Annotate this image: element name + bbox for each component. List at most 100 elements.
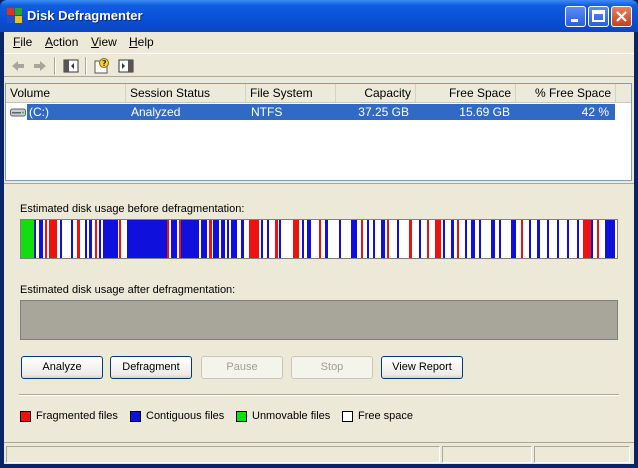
- contiguous-segment: [529, 220, 531, 258]
- contiguous-segment: [537, 220, 540, 258]
- maximize-button[interactable]: [588, 6, 609, 27]
- contiguous-segment: [419, 220, 421, 258]
- fragmented-segment: [361, 220, 363, 258]
- contiguous-segment: [479, 220, 481, 258]
- contiguous-segment: [279, 220, 281, 258]
- window-title: Disk Defragmenter: [27, 8, 143, 23]
- menu-action[interactable]: Action: [45, 35, 78, 49]
- free-swatch: [342, 411, 353, 422]
- help-icon[interactable]: ?: [92, 57, 112, 75]
- menu-bar: File Action View Help: [4, 32, 634, 51]
- contiguous-segment: [171, 220, 177, 258]
- volume-capacity: 37.25 GB: [358, 105, 409, 119]
- contiguous-segment: [201, 220, 207, 258]
- volume-name: (C:): [29, 105, 49, 119]
- contiguous-segment: [591, 220, 593, 258]
- show-hide-action-pane-icon[interactable]: [116, 57, 136, 75]
- status-bar: [4, 442, 634, 465]
- before-usage-graph: [21, 220, 615, 258]
- volume-file-system: NTFS: [251, 105, 283, 119]
- column-percent-free[interactable]: % Free Space: [516, 84, 616, 102]
- after-usage-bar: [20, 300, 618, 340]
- analyze-button[interactable]: Analyze: [21, 356, 103, 379]
- defrag-app-icon: [7, 8, 22, 23]
- contiguous-segment: [381, 220, 385, 258]
- contiguous-segment: [261, 220, 263, 258]
- fragmented-segment: [319, 220, 321, 258]
- minimize-button[interactable]: [565, 6, 586, 27]
- contiguous-swatch: [130, 411, 141, 422]
- fragmented-segment: [387, 220, 389, 258]
- toolbar-separator: [54, 57, 56, 75]
- forward-arrow-icon[interactable]: [30, 57, 50, 75]
- column-file-system[interactable]: File System: [246, 84, 336, 102]
- hard-drive-icon: [10, 108, 26, 117]
- contiguous-segment: [339, 220, 341, 258]
- fragmented-segment: [457, 220, 459, 258]
- list-header: Volume Session Status File System Capaci…: [6, 84, 631, 103]
- menu-file[interactable]: File: [13, 35, 32, 49]
- contiguous-segment: [99, 220, 101, 258]
- fragmented-segment: [209, 220, 212, 258]
- fragmented-segment: [409, 220, 412, 258]
- status-pane-3: [534, 446, 630, 463]
- fragmented-segment: [167, 220, 169, 258]
- contiguous-segment: [557, 220, 559, 258]
- before-label: Estimated disk usage before defragmentat…: [20, 203, 245, 215]
- pause-button[interactable]: Pause: [201, 356, 283, 379]
- toolbar-separator: [85, 57, 87, 75]
- fragmented-segment: [95, 220, 97, 258]
- contiguous-segment: [221, 220, 225, 258]
- contiguous-segment: [34, 220, 36, 258]
- column-volume[interactable]: Volume: [6, 84, 126, 102]
- contiguous-segment: [213, 220, 219, 258]
- divider: [19, 394, 619, 396]
- fragmented-segment: [293, 220, 299, 258]
- back-arrow-icon[interactable]: [8, 57, 28, 75]
- contiguous-segment: [241, 220, 244, 258]
- contiguous-segment: [567, 220, 569, 258]
- contiguous-segment: [181, 220, 199, 258]
- contiguous-segment: [307, 220, 311, 258]
- defragment-button[interactable]: Defragment: [110, 356, 192, 379]
- contiguous-segment: [227, 220, 229, 258]
- column-session-status[interactable]: Session Status: [126, 84, 246, 102]
- volume-free-space: 15.69 GB: [459, 105, 510, 119]
- fragmented-segment: [583, 220, 591, 258]
- column-capacity[interactable]: Capacity: [336, 84, 416, 102]
- title-bar[interactable]: Disk Defragmenter: [0, 0, 638, 32]
- contiguous-segment: [491, 220, 495, 258]
- defragmenter-window: Disk Defragmenter File Action View Help …: [0, 0, 638, 468]
- contiguous-segment: [325, 220, 328, 258]
- toolbar: ?: [4, 53, 634, 77]
- close-button[interactable]: [611, 6, 632, 27]
- menu-view[interactable]: View: [91, 35, 117, 49]
- volume-row[interactable]: (C:) Analyzed NTFS 37.25 GB 15.69 GB 42 …: [27, 104, 615, 120]
- contiguous-segment: [71, 220, 73, 258]
- contiguous-segment: [465, 220, 467, 258]
- volume-percent-free: 42 %: [581, 105, 609, 119]
- contiguous-segment: [471, 220, 475, 258]
- analysis-panel: Estimated disk usage before defragmentat…: [4, 183, 634, 442]
- after-label: Estimated disk usage after defragmentati…: [20, 284, 236, 296]
- contiguous-segment: [351, 220, 357, 258]
- contiguous-segment: [499, 220, 501, 258]
- status-pane-main: [6, 446, 440, 463]
- contiguous-segment: [127, 220, 167, 258]
- column-free-space[interactable]: Free Space: [416, 84, 516, 102]
- fragmented-segment: [45, 220, 47, 258]
- volume-status: Analyzed: [131, 105, 181, 119]
- fragmented-segment: [435, 220, 441, 258]
- contiguous-segment: [85, 220, 87, 258]
- minimize-icon: [571, 19, 578, 22]
- fragmented-segment: [179, 220, 181, 258]
- volume-list[interactable]: Volume Session Status File System Capaci…: [5, 83, 632, 181]
- view-report-button[interactable]: View Report: [381, 356, 463, 379]
- show-hide-console-tree-icon[interactable]: [61, 57, 81, 75]
- contiguous-segment: [451, 220, 454, 258]
- contiguous-segment: [103, 220, 118, 258]
- stop-button[interactable]: Stop: [291, 356, 373, 379]
- menu-help[interactable]: Help: [129, 35, 154, 49]
- contiguous-segment: [367, 220, 369, 258]
- fragmented-segment: [521, 220, 523, 258]
